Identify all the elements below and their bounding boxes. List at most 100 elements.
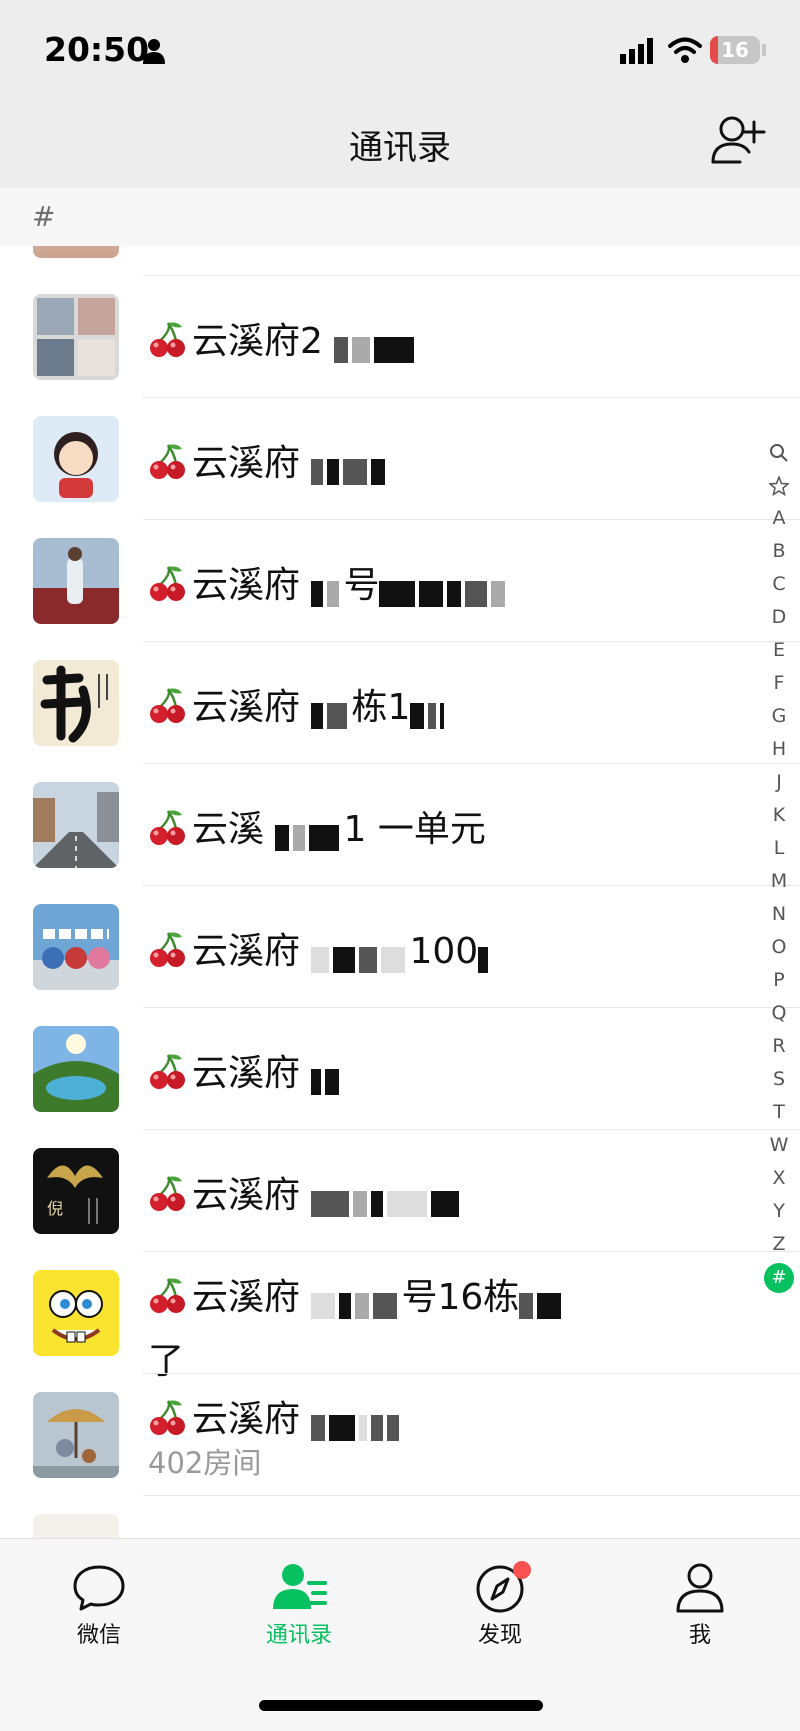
person-status-icon xyxy=(143,39,165,64)
section-header-label: # xyxy=(32,200,56,233)
discover-badge xyxy=(513,1561,531,1579)
contact-avatar xyxy=(33,294,119,380)
contact-name-text: 云溪府 xyxy=(192,931,301,972)
index-search-icon[interactable] xyxy=(762,436,796,469)
contact-avatar xyxy=(33,538,119,624)
contact-name-text: 云溪府 xyxy=(192,1399,301,1440)
contact-avatar xyxy=(33,782,119,868)
cherry-emoji-icon xyxy=(150,444,185,479)
tab-wechat[interactable]: 微信 xyxy=(34,1561,164,1661)
contact-name-suffix: 号16栋 xyxy=(401,1277,520,1318)
contact-list[interactable]: # 云溪府2 云溪府 云溪府 号 云溪府 栋1 云溪 1 一单元 云溪府 100… xyxy=(0,188,800,1538)
home-indicator[interactable] xyxy=(259,1700,543,1711)
add-contact-icon[interactable] xyxy=(710,114,766,166)
battery-cap xyxy=(762,44,766,56)
contact-name-text: 云溪府 xyxy=(192,443,301,484)
index-item-j[interactable]: J xyxy=(762,766,796,799)
contact-name: 云溪府 xyxy=(148,434,389,486)
contact-name-suffix: 栋1 xyxy=(351,687,411,728)
index-hash-label: # xyxy=(764,1263,794,1293)
index-item-h[interactable]: H xyxy=(762,733,796,766)
index-item-p[interactable]: P xyxy=(762,964,796,997)
contact-name: 云溪府 号 xyxy=(148,556,509,608)
tab-contacts-label: 通讯录 xyxy=(265,1623,332,1648)
contact-name-text: 云溪府 xyxy=(192,1277,301,1318)
contact-name-text: 云溪府 xyxy=(192,1175,301,1216)
index-item-m[interactable]: M xyxy=(762,865,796,898)
index-item-z[interactable]: Z xyxy=(762,1228,796,1261)
contact-row[interactable]: 倪 云溪府 xyxy=(0,1130,800,1252)
contact-name-text: 云溪府 xyxy=(192,565,301,606)
cherry-emoji-icon xyxy=(150,322,185,357)
index-item-x[interactable]: X xyxy=(762,1162,796,1195)
status-time: 20:50 xyxy=(44,30,150,69)
contact-row[interactable]: 云溪府 xyxy=(0,398,800,520)
index-item-g[interactable]: G xyxy=(762,700,796,733)
index-item-t[interactable]: T xyxy=(762,1096,796,1129)
contact-name-suffix: 100 xyxy=(409,931,479,972)
alphabet-index-bar[interactable]: ABCDEFGHJKLMNOPQRSTWXYZ # xyxy=(762,436,796,1294)
contact-avatar xyxy=(33,1026,119,1112)
contact-avatar xyxy=(33,416,119,502)
redacted-text xyxy=(311,1284,401,1319)
redacted-text xyxy=(519,1284,565,1319)
index-letters[interactable]: ABCDEFGHJKLMNOPQRSTWXYZ xyxy=(762,502,796,1261)
index-item-n[interactable]: N xyxy=(762,898,796,931)
contacts-icon xyxy=(273,1564,327,1609)
contact-row[interactable]: 云溪府 xyxy=(0,1008,800,1130)
index-item-o[interactable]: O xyxy=(762,931,796,964)
index-item-l[interactable]: L xyxy=(762,832,796,865)
cherry-emoji-icon xyxy=(150,932,185,967)
battery-level: 16 xyxy=(721,38,749,62)
contact-name: 云溪府 100 xyxy=(148,922,492,974)
index-item-k[interactable]: K xyxy=(762,799,796,832)
redacted-text xyxy=(379,572,509,607)
person-icon xyxy=(676,1563,724,1613)
contact-avatar xyxy=(33,1514,119,1538)
contact-avatar xyxy=(33,904,119,990)
index-item-r[interactable]: R xyxy=(762,1030,796,1063)
index-item-w[interactable]: W xyxy=(762,1129,796,1162)
cherry-emoji-icon xyxy=(150,1278,185,1313)
contact-row[interactable]: 云溪府 号16栋 了 xyxy=(0,1252,800,1382)
index-item-f[interactable]: F xyxy=(762,667,796,700)
index-item-q[interactable]: Q xyxy=(762,997,796,1030)
redacted-text xyxy=(311,450,389,485)
contact-row[interactable]: 云溪府 栋1 xyxy=(0,642,800,764)
contact-subtitle: 402房间 xyxy=(148,1446,262,1480)
battery-indicator: 16 xyxy=(710,36,760,64)
contact-name: 云溪府2 xyxy=(148,312,418,364)
index-item-s[interactable]: S xyxy=(762,1063,796,1096)
redacted-text xyxy=(334,328,418,363)
index-item-hash[interactable]: # xyxy=(762,1261,796,1294)
index-item-e[interactable]: E xyxy=(762,634,796,667)
redacted-text xyxy=(311,1182,463,1217)
tab-contacts[interactable]: 通讯录 xyxy=(234,1561,364,1661)
contact-row[interactable]: 云溪 1 一单元 xyxy=(0,764,800,886)
index-item-c[interactable]: C xyxy=(762,568,796,601)
contact-avatar xyxy=(33,1392,119,1478)
redacted-text xyxy=(311,1406,403,1441)
redacted-text xyxy=(311,1060,343,1095)
index-star-icon[interactable] xyxy=(762,469,796,502)
index-item-d[interactable]: D xyxy=(762,601,796,634)
contact-name-suffix: 1 一单元 xyxy=(343,809,486,850)
contact-name-text: 云溪 xyxy=(192,809,265,850)
contact-avatar: 倪 xyxy=(33,1148,119,1234)
index-item-b[interactable]: B xyxy=(762,535,796,568)
tab-discover[interactable]: 发现 xyxy=(435,1561,565,1661)
tab-me[interactable]: 我 xyxy=(635,1561,765,1661)
contact-name: 云溪府 xyxy=(148,1044,343,1096)
navigation-bar: 通讯录 xyxy=(0,96,800,188)
contact-row-partial[interactable] xyxy=(0,1496,800,1538)
index-item-y[interactable]: Y xyxy=(762,1195,796,1228)
tab-wechat-label: 微信 xyxy=(76,1623,121,1648)
redacted-text xyxy=(311,694,351,729)
contact-row[interactable]: 云溪府 号 xyxy=(0,520,800,642)
contact-row[interactable]: 云溪府 402房间 xyxy=(0,1374,800,1496)
contact-row[interactable]: 云溪府2 xyxy=(0,276,800,398)
contact-row[interactable]: 云溪府 100 xyxy=(0,886,800,1008)
cherry-emoji-icon xyxy=(150,688,185,723)
index-item-a[interactable]: A xyxy=(762,502,796,535)
contact-name: 云溪府 xyxy=(148,1166,463,1218)
